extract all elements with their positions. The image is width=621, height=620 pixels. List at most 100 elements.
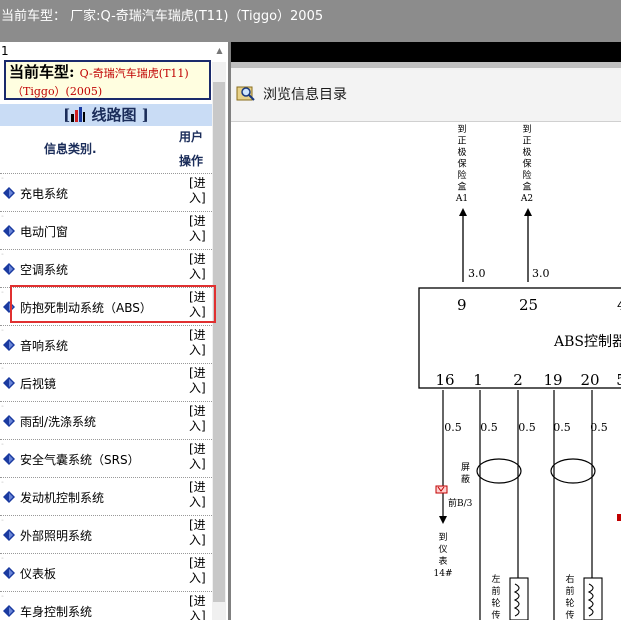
row-marker: ◦ — [1, 176, 4, 182]
pin-top-1: 9 — [457, 296, 467, 314]
magnifier-folder-icon[interactable] — [236, 83, 256, 101]
row-label[interactable]: 音响系统 — [20, 337, 68, 354]
enter-link-line2[interactable]: 入] — [189, 229, 206, 243]
list-item[interactable]: ◦ 仪表板 [进 入] — [0, 553, 212, 591]
enter-link-line1[interactable]: [进 — [189, 404, 206, 418]
diamond-bullet-icon — [3, 263, 15, 275]
diagram-label-char: 险 — [457, 169, 466, 181]
enter-link-line1[interactable]: [进 — [189, 480, 206, 494]
diagram-label-char: 轮 — [565, 597, 574, 609]
content-top-bar — [231, 42, 621, 62]
enter-link[interactable]: [进 入] — [189, 556, 211, 586]
row-label[interactable]: 车身控制系统 — [20, 603, 92, 620]
row-marker: ◦ — [1, 442, 4, 448]
enter-link-line2[interactable]: 入] — [189, 419, 206, 433]
wire-gauge-bottom: 0.5 — [553, 421, 571, 434]
list-item[interactable]: ◦ 发动机控制系统 [进 入] — [0, 477, 212, 515]
diagram-label-char: 险 — [522, 169, 531, 181]
wire-gauge-bottom: 0.5 — [518, 421, 536, 434]
enter-link-line2[interactable]: 入] — [189, 495, 206, 509]
enter-link-line1[interactable]: [进 — [189, 328, 206, 342]
wire-gauge-top-1: 3.0 — [468, 267, 486, 280]
wire-gauge-bottom: 0.5 — [444, 421, 462, 434]
diamond-bullet-icon — [3, 529, 15, 541]
row-marker: ◦ — [1, 480, 4, 486]
row-marker: ◦ — [1, 214, 4, 220]
module-name: ABS控制器 — [553, 334, 621, 350]
diagram-label-char: 表 — [438, 555, 447, 567]
row-label[interactable]: 电动门窗 — [20, 223, 68, 240]
row-label[interactable]: 发动机控制系统 — [20, 489, 104, 506]
row-label[interactable]: 安全气囊系统（SRS） — [20, 451, 140, 468]
wire-gauge-bottom: 0.5 — [590, 421, 608, 434]
list-item[interactable]: ◦ 后视镜 [进 入] — [0, 363, 212, 401]
enter-link[interactable]: [进 入] — [189, 252, 211, 282]
diagram-label-char: 前 — [491, 585, 500, 597]
enter-link[interactable]: [进 入] — [189, 366, 211, 396]
enter-link-line2[interactable]: 入] — [189, 571, 206, 585]
diagram-label-char: 轮 — [491, 597, 500, 609]
highlighted-row-outline — [10, 285, 216, 323]
pin-bottom: 5 — [616, 371, 621, 389]
enter-link-line2[interactable]: 入] — [189, 267, 206, 281]
enter-link[interactable]: [进 入] — [189, 594, 211, 620]
enter-link-line1[interactable]: [进 — [189, 556, 206, 570]
left-scrollbar-thumb[interactable] — [213, 82, 225, 602]
enter-link[interactable]: [进 入] — [189, 518, 211, 548]
enter-link[interactable]: [进 入] — [189, 176, 211, 206]
left-scrollbar[interactable] — [212, 62, 226, 620]
enter-link-line2[interactable]: 入] — [189, 381, 206, 395]
list-item[interactable]: ◦ 空调系统 [进 入] — [0, 249, 212, 287]
row-label[interactable]: 空调系统 — [20, 261, 68, 278]
shield-label-2: 蔽 — [461, 473, 470, 485]
enter-link-line1[interactable]: [进 — [189, 176, 206, 190]
enter-link-line2[interactable]: 入] — [189, 191, 206, 205]
pin-top-2: 25 — [519, 296, 538, 314]
row-label[interactable]: 仪表板 — [20, 565, 56, 582]
diagram-label-char: 极 — [522, 146, 531, 158]
list-item[interactable]: ◦ 充电系统 [进 入] — [0, 173, 212, 211]
enter-link-line1[interactable]: [进 — [189, 518, 206, 532]
enter-link[interactable]: [进 入] — [189, 404, 211, 434]
scroll-up-arrow-icon[interactable]: ▲ — [214, 45, 225, 56]
list-item[interactable]: ◦ 电动门窗 [进 入] — [0, 211, 212, 249]
diagram-label-char: 到 — [438, 531, 447, 543]
list-item[interactable]: ◦ 车身控制系统 [进 入] — [0, 591, 212, 620]
enter-link-line1[interactable]: [进 — [189, 366, 206, 380]
enter-link[interactable]: [进 入] — [189, 214, 211, 244]
diagram-label-char: 保 — [522, 158, 531, 170]
wiring-header-open-bracket: [ — [63, 106, 71, 124]
enter-link-line1[interactable]: [进 — [189, 442, 206, 456]
enter-link[interactable]: [进 入] — [189, 328, 211, 358]
diagram-label-char: 14# — [434, 569, 453, 579]
wiring-header-close-bracket: ] — [141, 106, 149, 124]
diagram-label-char: A2 — [520, 194, 533, 204]
enter-link-line2[interactable]: 入] — [189, 533, 206, 547]
current-vehicle-value: Q-奇瑞汽车瑞虎(T11) — [79, 67, 189, 80]
enter-link-line2[interactable]: 入] — [189, 343, 206, 357]
enter-link[interactable]: [进 入] — [189, 480, 211, 510]
row-label[interactable]: 后视镜 — [20, 375, 56, 392]
enter-link-line1[interactable]: [进 — [189, 252, 206, 266]
diagram-label-char: 左 — [491, 573, 500, 585]
row-label[interactable]: 雨刮/洗涤系统 — [20, 413, 96, 430]
diagram-label-char: 到 — [522, 123, 531, 135]
diamond-bullet-icon — [3, 225, 15, 237]
enter-link-line1[interactable]: [进 — [189, 594, 206, 608]
row-label[interactable]: 外部照明系统 — [20, 527, 92, 544]
list-item[interactable]: ◦ 外部照明系统 [进 入] — [0, 515, 212, 553]
enter-link-line1[interactable]: [进 — [189, 214, 206, 228]
list-item[interactable]: ◦ 雨刮/洗涤系统 [进 入] — [0, 401, 212, 439]
browse-toolbar: 浏览信息目录 — [231, 68, 621, 122]
enter-link-line2[interactable]: 入] — [189, 457, 206, 471]
window-title: 当前车型： 厂家:Q-奇瑞汽车瑞虎(T11)（Tiggo）2005 — [1, 9, 324, 24]
wiring-diagram-header: [ 线路图 ] — [0, 104, 212, 126]
enter-link[interactable]: [进 入] — [189, 442, 211, 472]
list-item[interactable]: ◦ 音响系统 [进 入] — [0, 325, 212, 363]
current-vehicle-box: 当前车型: Q-奇瑞汽车瑞虎(T11) （Tiggo）(2005) — [4, 60, 211, 100]
enter-link-line2[interactable]: 入] — [189, 609, 206, 620]
left-top-line: 1 — [0, 42, 228, 62]
row-label[interactable]: 充电系统 — [20, 185, 68, 202]
diagram-label-char: 右 — [565, 573, 574, 585]
list-item[interactable]: ◦ 安全气囊系统（SRS） [进 入] — [0, 439, 212, 477]
